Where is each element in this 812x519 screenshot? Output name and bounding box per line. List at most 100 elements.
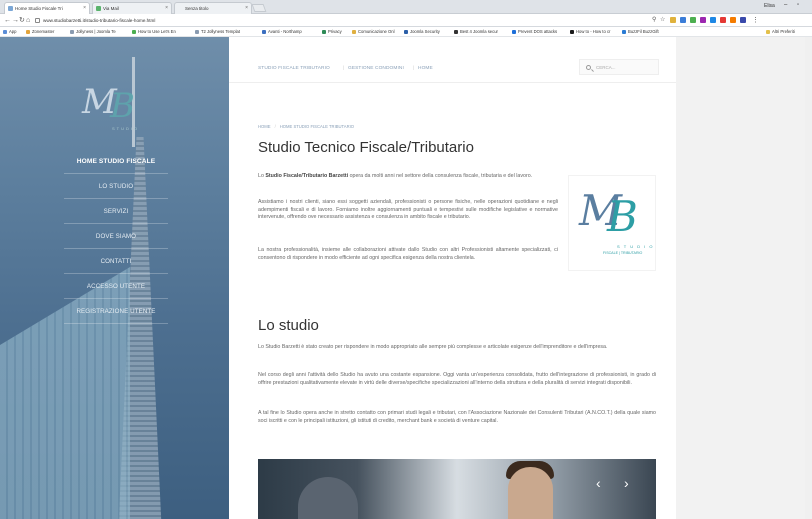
topnav-gestione-condomini[interactable]: GESTIONE CONDOMINI xyxy=(348,66,404,71)
bookmark-icon xyxy=(26,30,30,34)
top-navigation: STUDIO FISCALE TRIBUTARIO | GESTIONE CON… xyxy=(229,37,676,83)
bookmark-item[interactable]: BuzzFil BuzzGift xyxy=(622,28,659,36)
studio-paragraph-3: A tal fine lo Studio opera anche in stre… xyxy=(258,410,656,424)
extension-icon[interactable] xyxy=(720,17,726,23)
sidebar-item-home[interactable]: HOME STUDIO FISCALE xyxy=(64,149,168,174)
breadcrumb-current: HOME STUDIO FISCALE TRIBUTARIO xyxy=(279,124,355,129)
bookmark-item[interactable]: Prevent DOS attacks xyxy=(512,28,557,36)
new-tab-button[interactable] xyxy=(251,4,267,12)
close-tab-icon[interactable]: × xyxy=(83,5,86,11)
slider-prev-icon[interactable]: ‹ xyxy=(596,475,601,491)
favicon-icon xyxy=(8,6,13,11)
bookmark-item[interactable]: Zonemaster xyxy=(26,28,54,36)
maximize-icon[interactable]: ▫ xyxy=(797,2,799,8)
sidebar-item-accesso-utente[interactable]: ACCESSO UTENTE xyxy=(64,274,168,299)
extension-icon[interactable] xyxy=(700,17,706,23)
bookmark-item[interactable]: T2 Jollyness Templat xyxy=(195,28,240,36)
close-tab-icon[interactable]: × xyxy=(245,5,248,11)
back-icon[interactable]: ← xyxy=(4,16,11,25)
bookmark-icon xyxy=(512,30,516,34)
scrollbar[interactable] xyxy=(805,37,812,519)
sidebar-item-registrazione-utente[interactable]: REGISTRAZIONE UTENTE xyxy=(64,299,168,324)
bookmark-icon xyxy=(70,30,74,34)
bookmark-icon xyxy=(322,30,326,34)
bookmark-icon xyxy=(195,30,199,34)
topnav-studio-fiscale[interactable]: STUDIO FISCALE TRIBUTARIO xyxy=(258,66,330,71)
extension-icon[interactable] xyxy=(680,17,686,23)
forward-icon[interactable]: → xyxy=(12,16,19,25)
extension-icon[interactable] xyxy=(730,17,736,23)
slider-person-image xyxy=(508,467,553,519)
bookmark-icon xyxy=(132,30,136,34)
sidebar-item-contatti[interactable]: CONTATTI xyxy=(64,249,168,274)
bookmark-item[interactable]: Best 4 Joomla secur xyxy=(454,28,498,36)
services-paragraph: Assistiamo i nostri clienti, siano essi … xyxy=(258,199,558,221)
bookmark-icon xyxy=(454,30,458,34)
topnav-divider: | xyxy=(343,66,345,71)
menu-icon[interactable]: ⋮ xyxy=(752,16,759,25)
favicon-icon xyxy=(96,6,101,11)
slider-next-icon[interactable]: › xyxy=(624,475,629,491)
bookmark-item[interactable]: How to - How to cr xyxy=(570,28,610,36)
sidebar-item-servizi[interactable]: SERVIZI xyxy=(64,199,168,224)
bookmark-icon xyxy=(262,30,266,34)
studio-logo-image: M B S T U D I O FISCALE | TRIBUTARIO xyxy=(568,175,656,271)
bookmark-item[interactable]: Altri Preferiti xyxy=(766,28,795,36)
page-background xyxy=(676,37,812,519)
bookmarks-bar: App Zonemaster Jollyness | Joomla Te How… xyxy=(0,27,812,37)
main-content: STUDIO FISCALE TRIBUTARIO | GESTIONE CON… xyxy=(229,37,676,519)
search-input[interactable]: CERCA... xyxy=(579,59,659,75)
browser-tab-1[interactable]: Home Studio Fiscale Tri × xyxy=(4,2,90,14)
folder-icon xyxy=(352,30,356,34)
bookmark-item[interactable]: Privacy xyxy=(322,28,342,36)
page-title: Studio Tecnico Fiscale/Tributario xyxy=(258,139,474,156)
breadcrumb-home[interactable]: HOME xyxy=(258,124,271,129)
topnav-divider: | xyxy=(413,66,415,71)
sidebar-menu: HOME STUDIO FISCALE LO STUDIO SERVIZI DO… xyxy=(64,149,168,324)
section-title-lo-studio: Lo studio xyxy=(258,317,319,334)
extension-icon[interactable] xyxy=(690,17,696,23)
extension-icon[interactable] xyxy=(670,17,676,23)
reload-icon[interactable]: ↻ xyxy=(19,16,25,25)
url-input[interactable]: www.studiobarzetti.it/studio-tributario-… xyxy=(34,16,634,25)
sidebar-item-lo-studio[interactable]: LO STUDIO xyxy=(64,174,168,199)
bookmark-icon xyxy=(570,30,574,34)
extension-icon[interactable] xyxy=(710,17,716,23)
browser-tab-3[interactable]: Senza titolo × xyxy=(174,2,252,14)
sidebar: M B STUDIO HOME STUDIO FISCALE LO STUDIO… xyxy=(0,37,229,519)
extension-icon[interactable] xyxy=(740,17,746,23)
bookmark-item[interactable]: Joomla Security xyxy=(404,28,440,36)
apps-icon xyxy=(3,30,7,34)
browser-tab-bar: Home Studio Fiscale Tri × Via Mail × Sen… xyxy=(0,0,812,14)
studio-paragraph-2: Nel corso degli anni l'attività dello St… xyxy=(258,372,656,386)
minimize-icon[interactable]: – xyxy=(784,2,787,8)
logo-subtitle: STUDIO xyxy=(112,126,140,131)
close-tab-icon[interactable]: × xyxy=(165,5,168,11)
image-slider: ‹ › xyxy=(258,459,656,519)
search-icon[interactable]: ⚲ xyxy=(652,16,656,25)
slider-person-image xyxy=(298,477,358,519)
webpage: M B STUDIO HOME STUDIO FISCALE LO STUDIO… xyxy=(0,37,812,519)
browser-user[interactable]: Elisa xyxy=(764,3,775,9)
home-icon[interactable]: ⌂ xyxy=(26,16,30,25)
bookmark-icon xyxy=(404,30,408,34)
bookmark-icon xyxy=(622,30,626,34)
bookmark-item[interactable]: Comunicazione Onl xyxy=(352,28,395,36)
folder-icon xyxy=(766,30,770,34)
site-logo[interactable]: M B STUDIO xyxy=(82,82,162,132)
professionalism-paragraph: La nostra professionalità, insieme alle … xyxy=(258,247,558,261)
bookmark-item[interactable]: App xyxy=(3,28,16,36)
browser-tab-2[interactable]: Via Mail × xyxy=(92,2,172,14)
bookmark-item[interactable]: How to Use Let's En xyxy=(132,28,176,36)
page-info-icon[interactable] xyxy=(35,18,40,23)
star-icon[interactable]: ☆ xyxy=(660,16,665,25)
bookmark-item[interactable]: Jollyness | Joomla Te xyxy=(70,28,116,36)
bookmark-item[interactable]: Avanti - Northamp xyxy=(262,28,302,36)
search-icon[interactable] xyxy=(586,65,591,70)
sidebar-item-dove-siamo[interactable]: DOVE SIAMO xyxy=(64,224,168,249)
intro-paragraph: Lo Studio Fiscale/Tributario Barzetti op… xyxy=(258,173,533,179)
address-bar: ← → ↻ ⌂ www.studiobarzetti.it/studio-tri… xyxy=(0,14,812,27)
studio-paragraph-1: Lo Studio Barzetti è stato creato per ri… xyxy=(258,344,608,350)
topnav-home[interactable]: HOME xyxy=(418,66,433,71)
breadcrumb: HOME / HOME STUDIO FISCALE TRIBUTARIO xyxy=(258,124,355,129)
